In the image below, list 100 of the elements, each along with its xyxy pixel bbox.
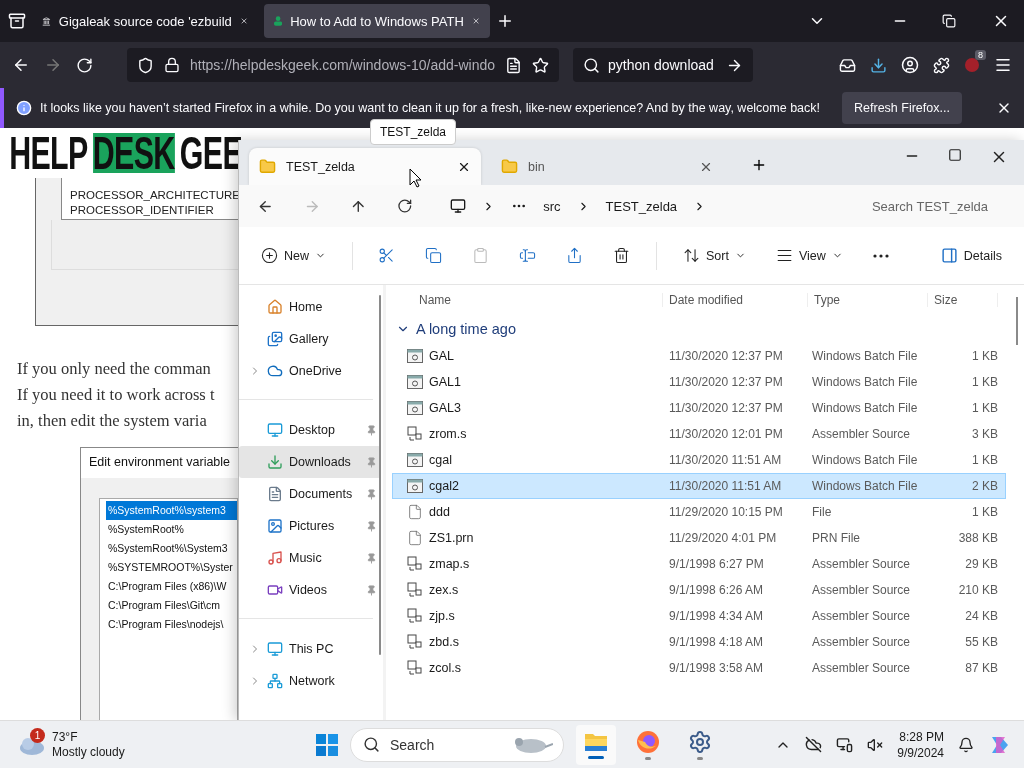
- mute-icon[interactable]: [867, 736, 884, 753]
- file-name: zbd.s: [429, 635, 459, 649]
- search-icon: [363, 736, 380, 753]
- explorer-tab[interactable]: TEST_zelda: [249, 148, 481, 185]
- sidebar-item[interactable]: This PC: [239, 633, 381, 665]
- new-tab-icon[interactable]: [496, 12, 514, 30]
- clipboard-icon: [472, 247, 490, 264]
- reload-icon[interactable]: [76, 56, 93, 74]
- new-button[interactable]: New: [257, 243, 330, 268]
- column-header[interactable]: Size: [928, 293, 998, 307]
- back-icon[interactable]: [12, 56, 30, 74]
- gear-file-icon: [407, 375, 423, 389]
- sidebar-item[interactable]: Documents: [239, 478, 381, 510]
- type-cell-text: Windows Batch File: [811, 375, 919, 389]
- sidebar-item[interactable]: Pictures: [239, 510, 381, 542]
- list-item: PROCESSOR_ARCHITECTURE: [70, 189, 240, 201]
- component-file-icon: [407, 634, 423, 650]
- file-row[interactable]: zbd.s 9/1/1998 4:18 AM Assembler Source 55 KB: [392, 629, 1006, 655]
- lock-icon: [164, 57, 180, 73]
- address-bar[interactable]: src TEST_zelda: [438, 190, 830, 222]
- refresh-icon[interactable]: [396, 198, 413, 214]
- file-row[interactable]: zmap.s 9/1/1998 6:27 PM Assembler Source 29 KB: [392, 551, 1006, 577]
- file-row[interactable]: zjp.s 9/1/1998 4:34 AM Assembler Source 24 KB: [392, 603, 1006, 629]
- star-icon[interactable]: [532, 56, 549, 74]
- tab-list-icon[interactable]: [8, 12, 26, 30]
- rename-icon: [519, 247, 537, 264]
- address-field[interactable]: https://helpdeskgeek.com/windows-10/add-windo: [127, 48, 559, 82]
- file-row[interactable]: cgal2 11/30/2020 11:51 AM Windows Batch File 2 KB: [392, 473, 1006, 499]
- date-cell-text: 11/30/2020 11:51 AM: [668, 479, 783, 493]
- taskbar-app[interactable]: [576, 724, 616, 765]
- cloud-off-icon[interactable]: [805, 736, 823, 753]
- file-row[interactable]: GAL1 11/30/2020 12:37 PM Windows Batch File 1 KB: [392, 369, 1006, 395]
- view-button[interactable]: View: [771, 243, 847, 268]
- browser-tab[interactable]: Gigaleak source code 'ezbuild: [32, 4, 258, 38]
- sidebar-item[interactable]: Videos: [239, 574, 381, 606]
- settings-icon: [688, 729, 712, 754]
- sidebar-item[interactable]: Desktop: [239, 414, 381, 446]
- breadcrumb-item[interactable]: TEST_zelda: [605, 198, 678, 214]
- column-header[interactable]: Type: [808, 293, 928, 307]
- gear-file-icon: [407, 479, 423, 493]
- lines-icon: [775, 247, 793, 264]
- size-cell-text: 29 KB: [964, 557, 998, 571]
- browser-tab[interactable]: How to Add to Windows PATH: [264, 4, 490, 38]
- file-row[interactable]: ZS1.prn 11/29/2020 4:01 PM PRN File 388 KB: [392, 525, 1006, 551]
- size-cell-text: 87 KB: [964, 661, 998, 675]
- breadcrumb-item[interactable]: src: [543, 198, 561, 214]
- maximize-icon[interactable]: [948, 148, 962, 162]
- sidebar-item[interactable]: Gallery: [239, 323, 381, 355]
- date-cell-text: 9/1/1998 6:26 AM: [668, 583, 765, 597]
- path-item: %SystemRoot%\system3: [106, 501, 237, 520]
- search-field[interactable]: python download: [573, 48, 753, 82]
- sidebar-item[interactable]: Downloads: [239, 446, 381, 478]
- sidebar-item[interactable]: Music: [239, 542, 381, 574]
- file-row[interactable]: zex.s 9/1/1998 6:26 AM Assembler Source 210 KB: [392, 577, 1006, 603]
- reader-icon[interactable]: [505, 56, 522, 74]
- file-name: GAL1: [429, 375, 461, 389]
- size-cell-text: 388 KB: [957, 531, 998, 545]
- person-icon: [274, 13, 283, 29]
- column-header[interactable]: Date modified: [663, 293, 808, 307]
- folder-icon: [259, 158, 276, 175]
- file-row[interactable]: zrom.s 11/30/2020 12:01 PM Assembler Source 3 KB: [392, 421, 1006, 447]
- file-row[interactable]: ddd 11/29/2020 10:15 PM File 1 KB: [392, 499, 1006, 525]
- folder-icon: [501, 158, 518, 175]
- account-icon[interactable]: [901, 56, 919, 74]
- file-row[interactable]: GAL3 11/30/2020 12:37 PM Windows Batch File 1 KB: [392, 395, 1006, 421]
- details-button[interactable]: Details: [936, 243, 1006, 268]
- more-icon: [872, 253, 889, 258]
- date-cell-text: 9/1/1998 3:58 AM: [668, 661, 765, 675]
- extensions-icon[interactable]: [933, 56, 950, 74]
- windows-logo-icon[interactable]: [316, 733, 338, 756]
- search-field[interactable]: Search TEST_zelda: [859, 190, 1016, 222]
- restore-icon[interactable]: [942, 14, 956, 28]
- file-name: zcol.s: [429, 661, 461, 675]
- column-header[interactable]: Name: [393, 293, 663, 307]
- file-row[interactable]: cgal 11/30/2020 11:51 AM Windows Batch File 1 KB: [392, 447, 1006, 473]
- size-cell-text: 1 KB: [971, 453, 998, 467]
- component-file-icon: [407, 582, 423, 598]
- menu-icon[interactable]: [994, 56, 1012, 74]
- file-row[interactable]: zcol.s 9/1/1998 3:58 AM Assembler Source 87 KB: [392, 655, 1006, 681]
- group-header[interactable]: A long time ago: [392, 315, 1006, 343]
- search-field[interactable]: Search: [350, 727, 564, 762]
- sidebar-item[interactable]: Home: [239, 291, 381, 323]
- monitor-icon: [450, 198, 467, 214]
- network-icon[interactable]: [836, 736, 854, 753]
- file-name: GAL: [429, 349, 454, 363]
- copy-icon: [425, 247, 443, 264]
- clock[interactable]: 8:28 PM 9/9/2024: [897, 728, 944, 761]
- download-icon[interactable]: [870, 56, 887, 74]
- bell-icon[interactable]: [958, 736, 974, 753]
- sort-button[interactable]: Sort: [678, 243, 750, 268]
- new-tab-icon[interactable]: [751, 157, 767, 173]
- forward-icon[interactable]: [44, 56, 62, 74]
- file-name: zjp.s: [429, 609, 455, 623]
- sidebar-item[interactable]: Network: [239, 665, 381, 697]
- refresh-button[interactable]: Refresh Firefox...: [842, 92, 962, 124]
- gear-file-icon: [407, 453, 423, 467]
- file-row[interactable]: GAL 11/30/2020 12:37 PM Windows Batch File 1 KB: [392, 343, 1006, 369]
- sidebar-item[interactable]: OneDrive: [239, 355, 381, 387]
- size-cell-text: 2 KB: [971, 479, 998, 493]
- explorer-tab[interactable]: bin: [491, 148, 723, 185]
